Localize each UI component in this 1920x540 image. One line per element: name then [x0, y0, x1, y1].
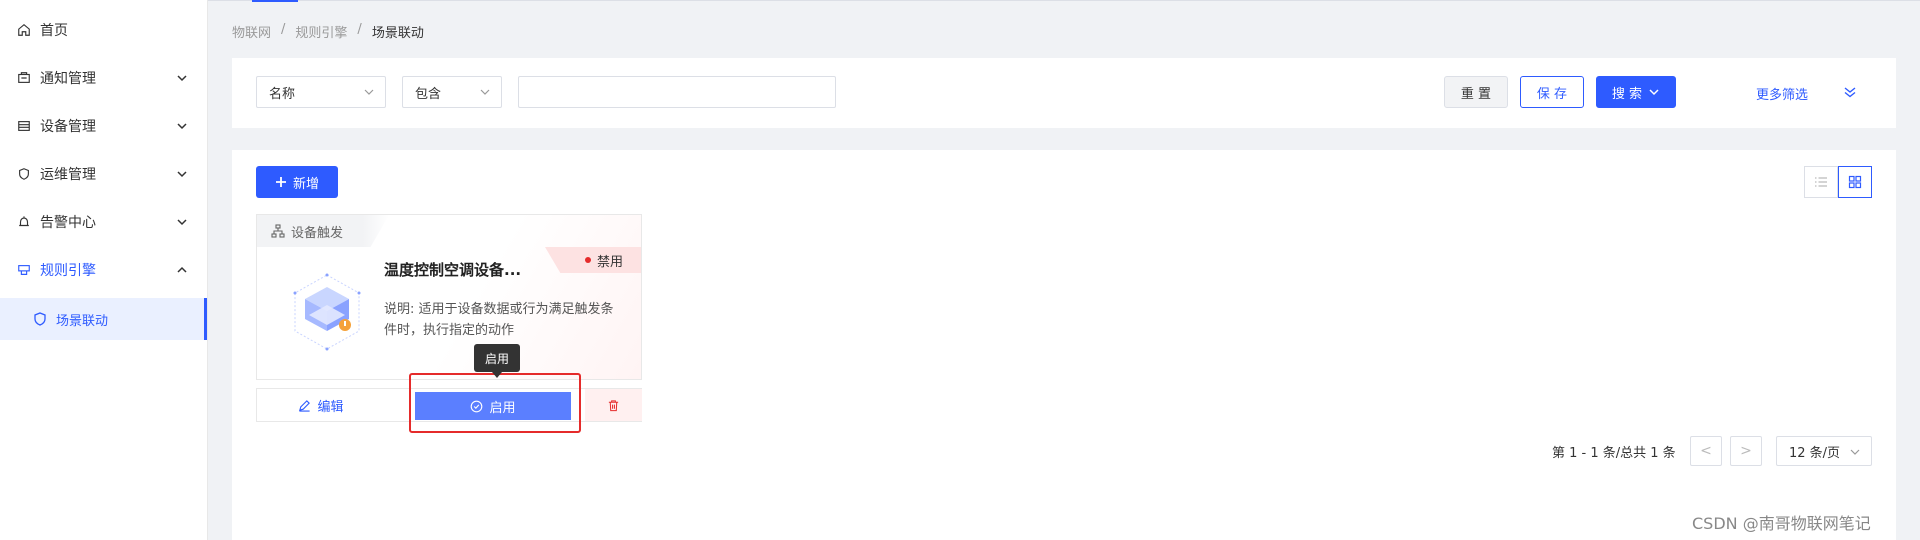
edit-icon [299, 399, 311, 412]
enable-button-label: 启用 [489, 400, 516, 416]
enable-button[interactable]: 启用 [415, 392, 571, 420]
enable-tooltip: 启用 [474, 344, 520, 378]
search-button[interactable]: 搜 索 [1596, 76, 1676, 108]
chevron-down-icon [364, 89, 374, 95]
scene-icon [32, 311, 48, 327]
operator-select-value: 包含 [415, 86, 442, 102]
chevron-down-icon [175, 119, 189, 133]
view-toggle [1804, 166, 1872, 198]
sidebar-item-label: 规则引擎 [40, 263, 96, 279]
sidebar-item-scene-linkage[interactable]: 场景联动 [0, 298, 207, 340]
pagination-summary: 第 1 - 1 条/总共 1 条 [1552, 446, 1676, 461]
top-divider [208, 0, 1920, 1]
check-circle-icon [471, 400, 483, 412]
grid-icon [1848, 175, 1862, 189]
card-title: 温度控制空调设备... [384, 261, 522, 279]
sidebar: 首页 通知管理 设备管理 运维管理 告警中心 规则引擎 场景联动 [0, 0, 208, 540]
double-chevron-down-icon[interactable] [1842, 84, 1858, 100]
card-view-button[interactable] [1838, 166, 1872, 198]
next-page-button[interactable]: > [1730, 436, 1762, 466]
top-tab-indicator [252, 0, 298, 2]
sidebar-item-alarm[interactable]: 告警中心 [0, 198, 207, 246]
search-button-label: 搜 索 [1611, 86, 1643, 102]
list-icon [1815, 177, 1827, 187]
breadcrumb-separator: / [281, 22, 286, 37]
sidebar-item-label: 告警中心 [40, 215, 96, 231]
edit-button[interactable]: 编辑 [257, 389, 385, 421]
delete-button[interactable] [585, 389, 642, 421]
status-badge: 禁用 [545, 247, 641, 273]
chevron-down-icon [175, 71, 189, 85]
field-select[interactable]: 名称 [256, 76, 386, 108]
breadcrumb-current: 场景联动 [371, 26, 424, 41]
scene-device-illustration [293, 273, 361, 351]
chevron-down-icon [1649, 89, 1659, 96]
list-view-button[interactable] [1804, 166, 1838, 198]
sidebar-item-device[interactable]: 设备管理 [0, 102, 207, 150]
prev-page-button[interactable]: < [1690, 436, 1722, 466]
page-size-value: 12 条/页 [1789, 445, 1841, 461]
sidebar-item-label: 运维管理 [40, 167, 96, 183]
status-label: 禁用 [596, 254, 623, 270]
add-button[interactable]: 新增 [256, 166, 338, 198]
chevron-up-icon [175, 263, 189, 277]
notification-icon [16, 70, 32, 86]
breadcrumb-separator: / [357, 22, 362, 37]
chevron-down-icon [175, 215, 189, 229]
status-dot [584, 257, 591, 263]
sidebar-sub-label: 场景联动 [56, 313, 109, 329]
edit-button-label: 编辑 [317, 399, 344, 415]
ops-icon [16, 166, 32, 182]
add-button-label: 新增 [292, 176, 319, 192]
reset-button[interactable]: 重 置 [1444, 76, 1508, 108]
sidebar-item-label: 设备管理 [40, 119, 96, 135]
sidebar-item-label: 首页 [40, 23, 68, 39]
sidebar-item-label: 通知管理 [40, 71, 96, 87]
page-size-select[interactable]: 12 条/页 [1776, 436, 1872, 466]
trash-icon [608, 399, 619, 411]
trigger-type-tag: 设备触发 [257, 215, 389, 247]
home-icon [16, 22, 32, 38]
sidebar-item-ops[interactable]: 运维管理 [0, 150, 207, 198]
plus-icon [275, 177, 286, 187]
watermark: CSDN @南哥物联网笔记 [1692, 514, 1871, 533]
chevron-down-icon [1850, 449, 1860, 455]
card-description: 说明: 适用于设备数据或行为满足触发条件时，执行指定的动作 [384, 302, 614, 338]
alarm-icon [16, 214, 32, 230]
more-filter-link[interactable]: 更多筛选 [1756, 84, 1808, 103]
save-button[interactable]: 保 存 [1520, 76, 1584, 108]
rule-icon [16, 262, 32, 278]
field-select-value: 名称 [269, 86, 296, 102]
breadcrumb-iot[interactable]: 物联网 [232, 22, 271, 41]
scene-card[interactable]: 设备触发 禁用 温度控制空调设备... 说明: 适用于设备数据或行为满足触发条件… [256, 214, 642, 380]
breadcrumb: 物联网 / 规则引擎 / 场景联动 [232, 22, 424, 41]
filter-value-input[interactable] [518, 76, 836, 108]
trigger-type-label: 设备触发 [291, 225, 344, 241]
chevron-down-icon [175, 167, 189, 181]
device-icon [16, 118, 32, 134]
operator-select[interactable]: 包含 [402, 76, 502, 108]
card-actions: 编辑 启用 [256, 388, 642, 422]
sidebar-item-rule-engine[interactable]: 规则引擎 [0, 246, 207, 294]
chevron-down-icon [480, 89, 490, 95]
filter-panel: 名称 包含 重 置 保 存 搜 索 更多筛选 [232, 58, 1896, 128]
sidebar-item-notification[interactable]: 通知管理 [0, 54, 207, 102]
sidebar-item-home[interactable]: 首页 [0, 6, 207, 54]
hierarchy-icon [271, 224, 285, 238]
breadcrumb-rule-engine[interactable]: 规则引擎 [295, 22, 347, 41]
